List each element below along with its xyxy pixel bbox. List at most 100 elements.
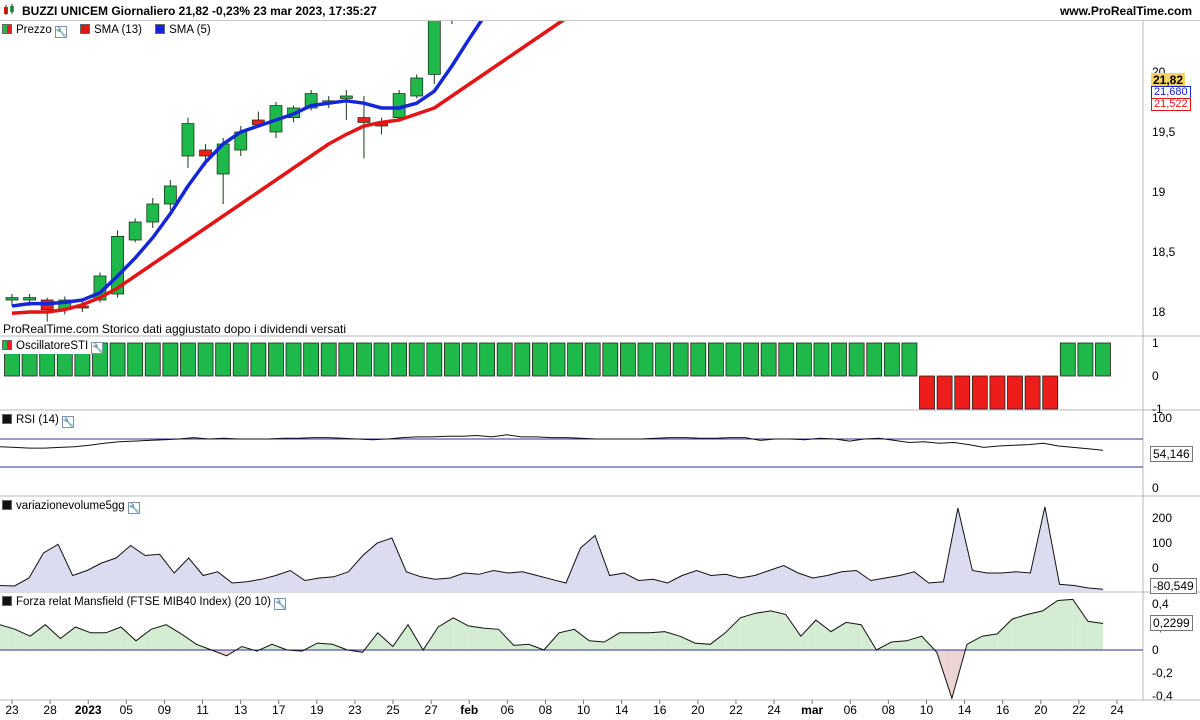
sti-bar	[496, 342, 513, 377]
candle-body	[199, 149, 212, 157]
wrench-icon[interactable]: 🔧	[127, 502, 140, 514]
sti-axis-tick: 0	[1152, 369, 1159, 383]
mansfield-area	[679, 636, 696, 650]
sti-bar	[514, 342, 531, 377]
sti-bar	[1024, 375, 1041, 410]
sti-bar	[602, 342, 619, 377]
chart-canvas[interactable]: 1818,51919,52020,52121,52222,510-1100020…	[0, 0, 1200, 720]
sti-bar	[848, 342, 865, 377]
sti-bar	[180, 342, 196, 377]
time-axis-tick: mar	[801, 703, 823, 717]
sti-bar	[1007, 375, 1023, 410]
time-axis-tick: 08	[882, 703, 896, 717]
mansfield-area	[755, 610, 771, 650]
mansfield-area	[846, 622, 862, 650]
sti-bar	[1077, 342, 1094, 377]
sti-bar	[408, 342, 425, 377]
sti-bar	[971, 375, 988, 410]
mansfield-area	[1027, 610, 1043, 650]
sti-bar	[936, 375, 953, 410]
time-axis-tick: 14	[958, 703, 972, 717]
price-legend[interactable]: Prezzo 🔧 SMA (13) SMA (5)	[2, 23, 211, 38]
mansfield-axis-tick: -0,4	[1152, 689, 1173, 703]
sti-bar	[532, 342, 548, 377]
mansfield-area	[90, 632, 106, 650]
sti-bar	[883, 342, 900, 377]
sti-bar	[338, 342, 355, 377]
time-axis-tick: 25	[386, 703, 400, 717]
time-axis-tick: 06	[844, 703, 858, 717]
sma13-swatch-icon	[80, 24, 90, 34]
sti-bar	[285, 342, 302, 377]
mansfield-area	[725, 617, 741, 650]
mansfield-area	[619, 632, 635, 650]
mansfield-area	[740, 613, 756, 650]
candle-body	[339, 95, 353, 99]
site-link[interactable]: www.ProRealTime.com	[1060, 4, 1192, 18]
volume-axis-tick: 100	[1152, 536, 1172, 550]
price-axis-tick: 18,5	[1152, 245, 1176, 259]
last-mansfield-label: 0,2299	[1150, 615, 1193, 631]
sma5-legend-label: SMA (5)	[169, 24, 211, 36]
mansfield-area	[604, 632, 620, 650]
sti-bar	[356, 342, 372, 377]
time-axis-tick: 27	[424, 703, 438, 717]
price-axis-tick: 18	[1152, 305, 1166, 319]
time-axis-tick: 08	[539, 703, 553, 717]
sti-bar	[303, 342, 320, 377]
rsi-legend[interactable]: RSI (14) 🔧	[2, 413, 74, 428]
mansfield-area	[75, 627, 91, 650]
time-axis-tick: 05	[120, 703, 134, 717]
mansfield-area	[997, 618, 1013, 650]
sti-bar	[831, 342, 847, 377]
sti-legend[interactable]: OscillatoreSTI 🔧	[2, 339, 103, 354]
mansfield-axis-tick: 0,4	[1152, 597, 1169, 611]
time-axis-tick: 11	[196, 703, 209, 717]
sti-bar	[144, 342, 161, 377]
time-axis-tick: 16	[653, 703, 667, 717]
time-axis-tick: 23	[5, 703, 19, 717]
sti-bar	[320, 342, 337, 377]
mansfield-area	[181, 633, 197, 650]
rsi-axis-tick: 0	[1152, 481, 1159, 495]
volume-axis-tick: 200	[1152, 511, 1172, 525]
candle-body	[146, 203, 160, 223]
sti-bar	[391, 342, 408, 377]
mansfield-axis-tick: 0	[1152, 643, 1159, 657]
time-axis-tick: 20	[1034, 703, 1048, 717]
wrench-icon[interactable]: 🔧	[61, 416, 74, 428]
candle-body	[5, 297, 19, 301]
volume-legend[interactable]: variazionevolume5gg 🔧	[2, 499, 140, 514]
time-axis-tick: 24	[1110, 703, 1124, 717]
sti-bar	[584, 342, 601, 377]
wrench-icon[interactable]: 🔧	[54, 26, 67, 38]
sti-bar	[690, 342, 707, 377]
rsi-swatch-icon	[2, 414, 12, 424]
time-axis-tick: 22	[729, 703, 743, 717]
sti-bar	[795, 342, 812, 377]
sti-axis-tick: 1	[1152, 336, 1159, 350]
sti-bar	[989, 375, 1006, 410]
wrench-icon[interactable]: 🔧	[91, 342, 103, 354]
candle-body	[410, 77, 424, 97]
sma13-line	[11, 0, 596, 315]
sti-bar	[1042, 375, 1059, 410]
mansfield-legend[interactable]: Forza relat Mansfield (FTSE MIB40 Index)…	[2, 595, 286, 610]
sti-bar	[250, 342, 267, 377]
chart-title: BUZZI UNICEM Giornaliero 21,82 -0,23% 23…	[22, 4, 377, 18]
time-axis-tick: 22	[1072, 703, 1086, 717]
last-volume-label: -80,549	[1150, 578, 1197, 594]
sti-bar	[109, 342, 126, 377]
sti-bar	[707, 342, 724, 377]
volume-axis-tick: 0	[1152, 561, 1159, 575]
wrench-icon[interactable]: 🔧	[274, 598, 286, 610]
time-axis-tick: 20	[691, 703, 705, 717]
candle-body	[181, 123, 195, 157]
sti-bar	[760, 342, 777, 377]
rsi-legend-label: RSI (14)	[16, 414, 59, 426]
time-axis-tick: 13	[234, 703, 248, 717]
sti-bar	[901, 342, 918, 377]
price-swatch-icon	[2, 24, 12, 34]
time-axis-tick: 06	[501, 703, 515, 717]
time-axis-tick: 28	[43, 703, 57, 717]
